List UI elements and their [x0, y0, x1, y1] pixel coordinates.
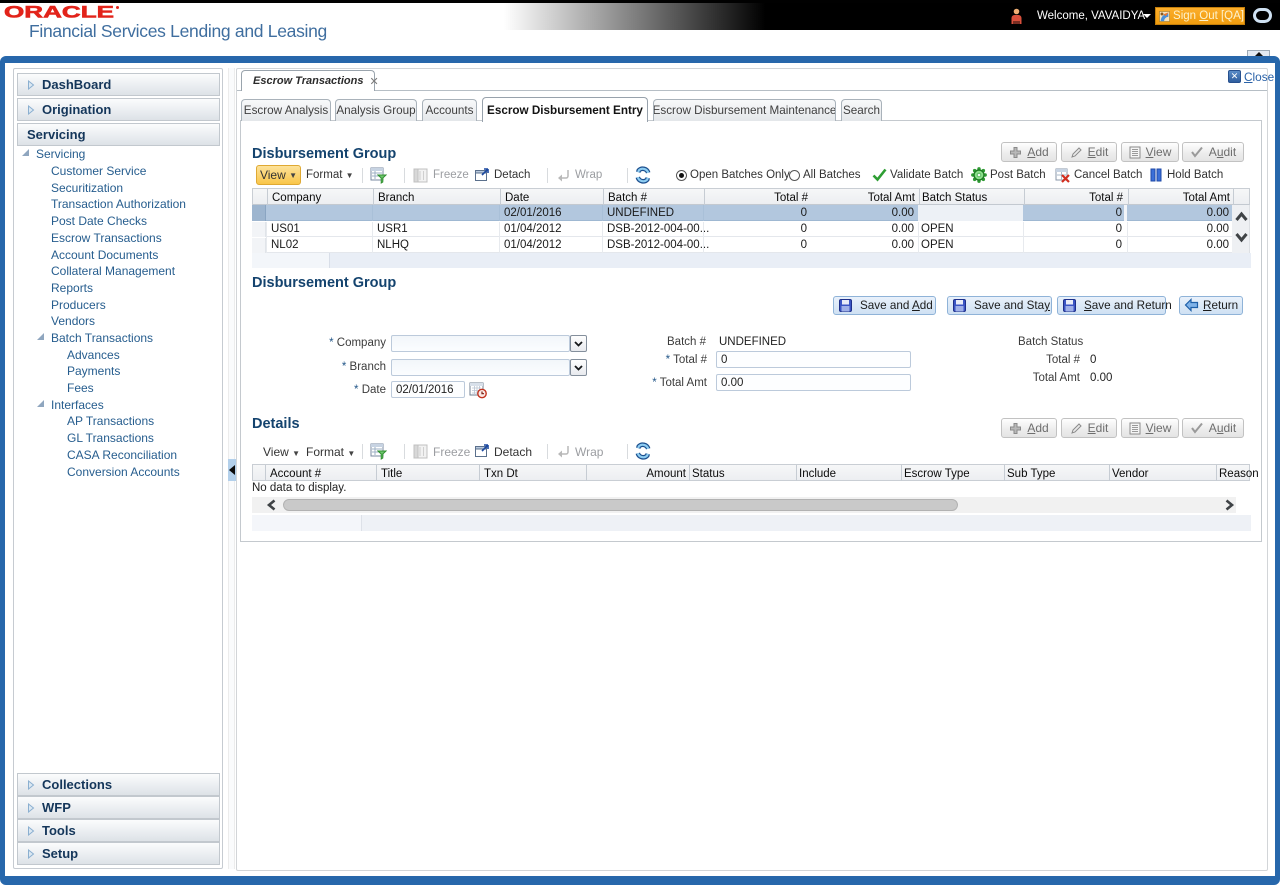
svg-text:ORACLE: ORACLE — [4, 3, 114, 20]
